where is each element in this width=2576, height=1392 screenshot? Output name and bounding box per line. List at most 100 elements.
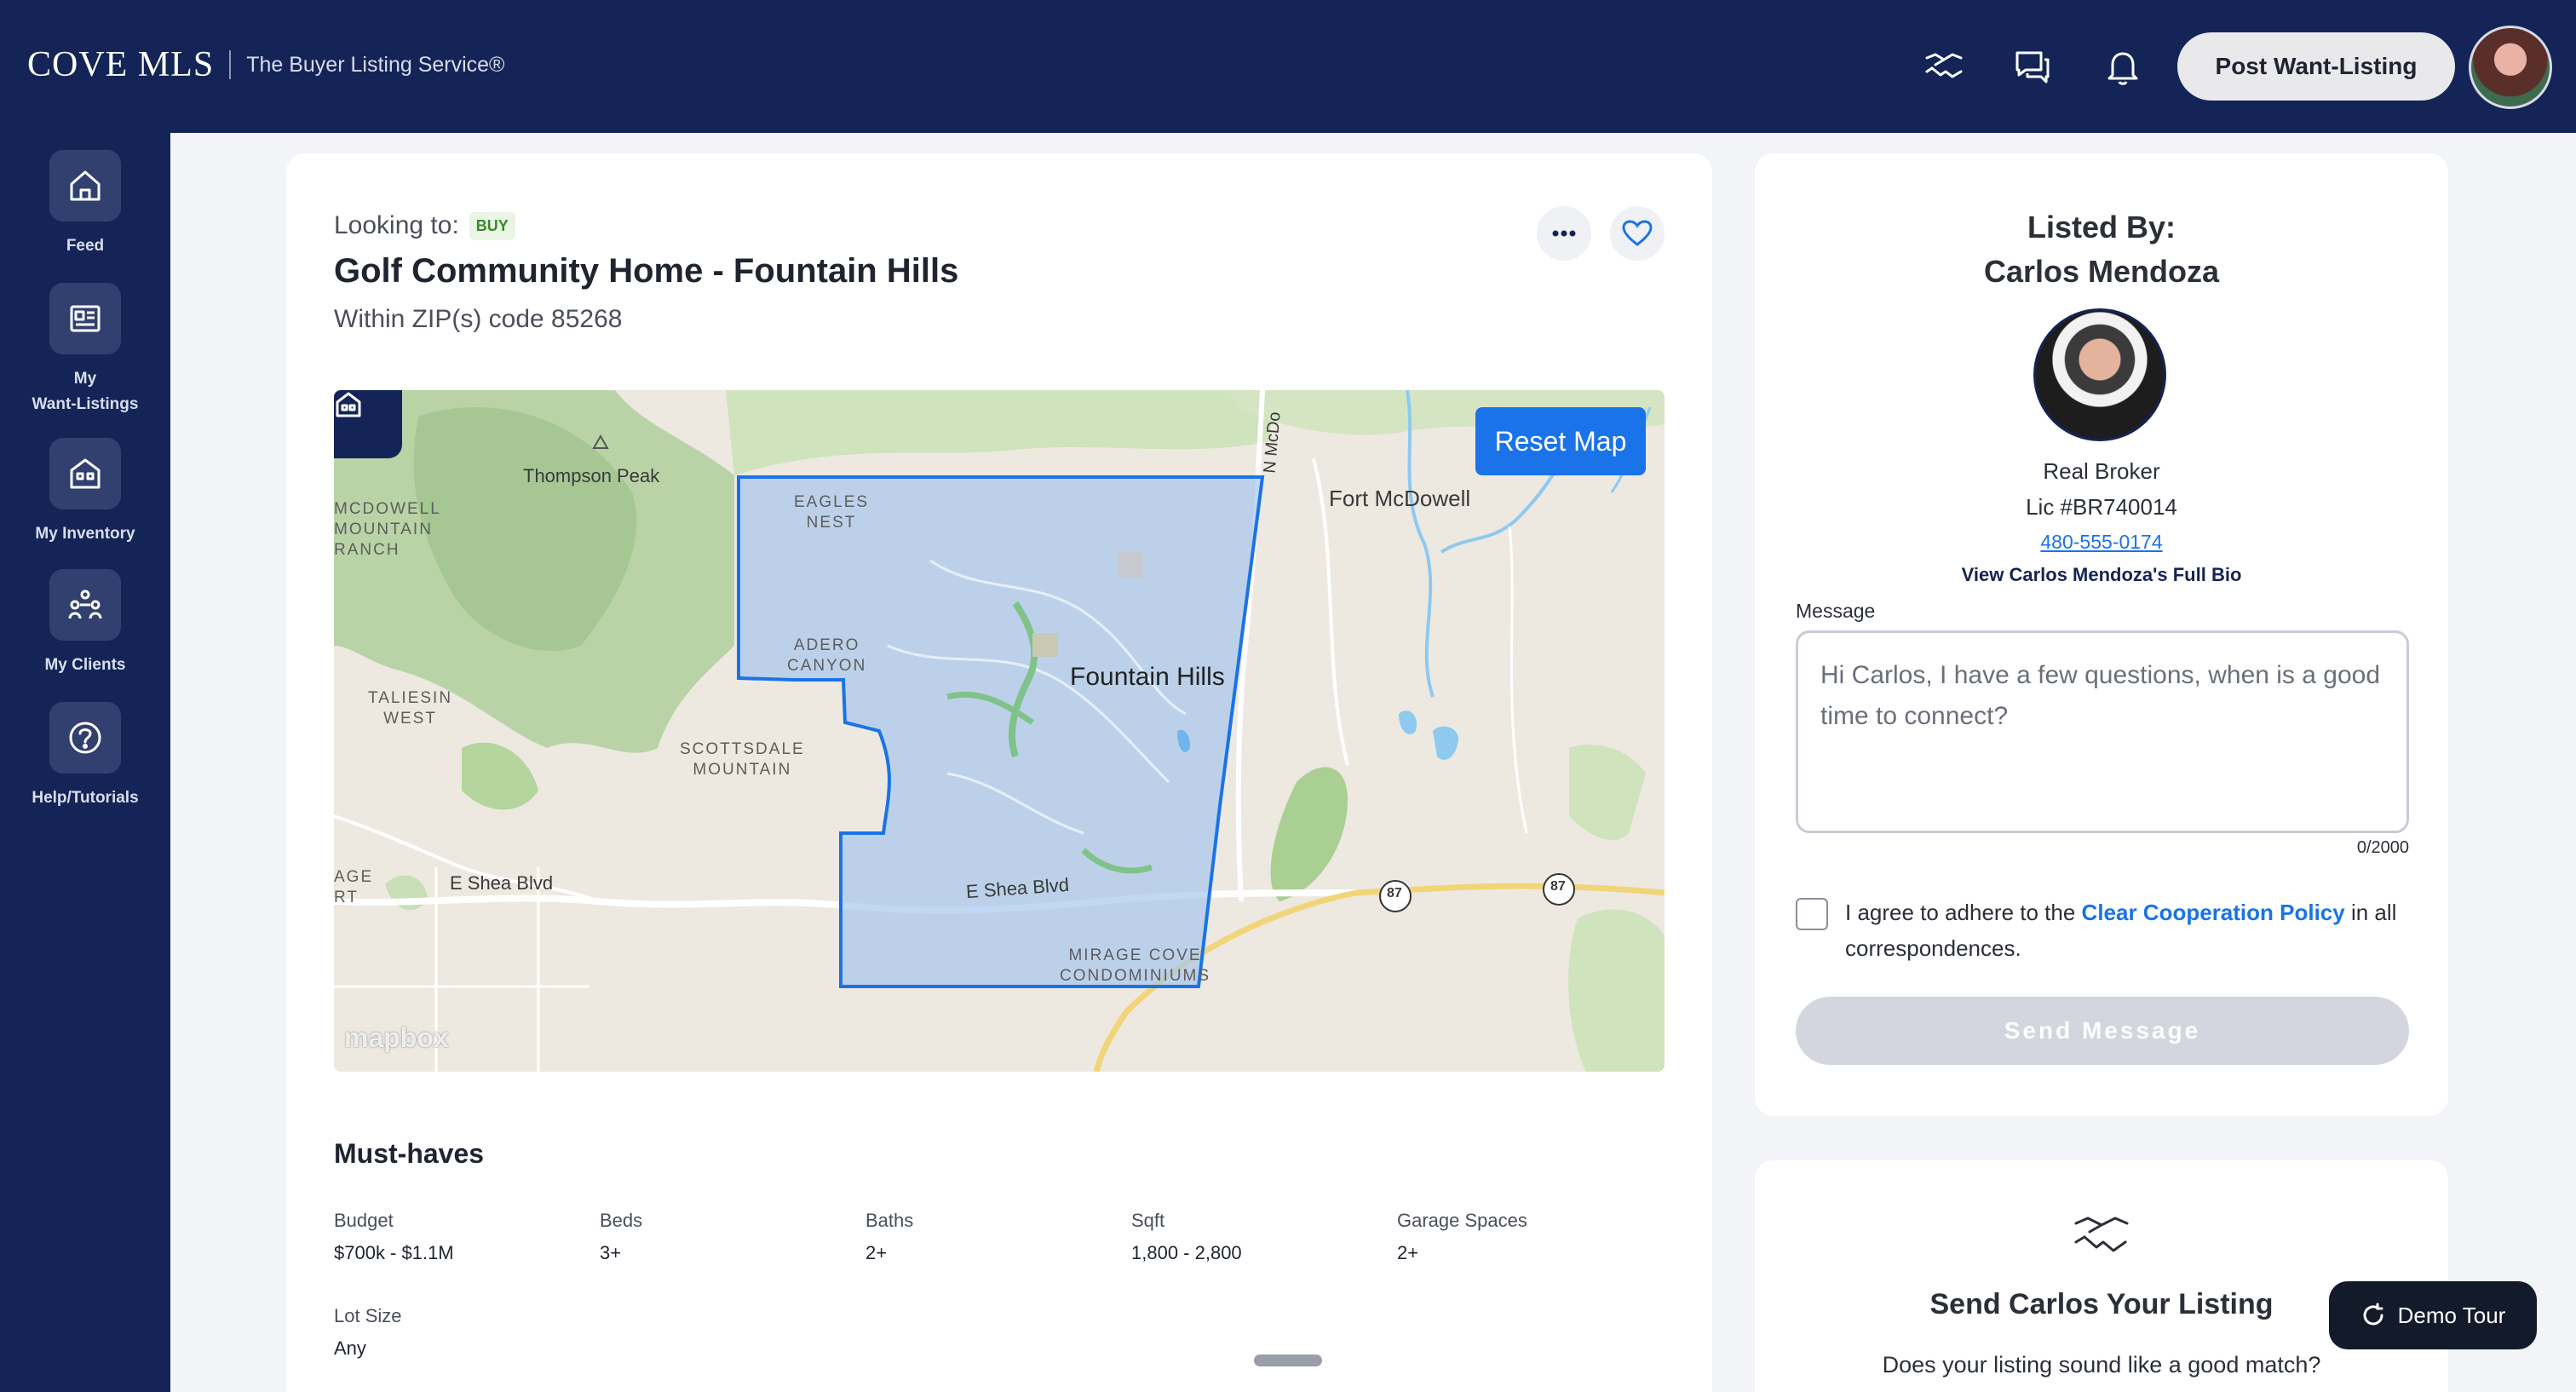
ellipsis-icon	[1552, 230, 1576, 237]
spec-value: 1,800 - 2,800	[1131, 1242, 1242, 1263]
spec-garage-spaces: Garage Spaces 2+	[1397, 1210, 1527, 1264]
help-icon	[49, 702, 121, 774]
send-listing-subtitle: Does your listing sound like a good matc…	[1755, 1346, 2448, 1392]
sidebar-item-label: Help/Tutorials	[32, 789, 139, 807]
chat-icon[interactable]	[2012, 46, 2053, 87]
spec-value: 2+	[1397, 1242, 1419, 1263]
scroll-handle[interactable]	[1254, 1355, 1322, 1366]
agent-role: Real Broker	[2043, 458, 2160, 484]
map-label-fort-mcdowell: Fort McDowell	[1329, 486, 1471, 511]
agent-bio-row: View Carlos Mendoza's Full Bio	[1755, 561, 2448, 587]
spec-label: Budget	[334, 1210, 394, 1231]
reset-map-button[interactable]: Reset Map	[1475, 407, 1646, 475]
listing-icon	[49, 283, 121, 354]
agent-bio-link[interactable]: View Carlos Mendoza's Full Bio	[1962, 564, 2242, 585]
map-label-e-shea-blvd: E Shea Blvd	[450, 872, 554, 894]
logo-tagline: The Buyer Listing Service®	[246, 52, 505, 77]
demo-tour-button[interactable]: Demo Tour	[2329, 1281, 2537, 1349]
message-textarea[interactable]	[1796, 630, 2409, 833]
agent-phone-link[interactable]: 480-555-0174	[2040, 531, 2162, 553]
listed-by-label: Listed By:	[2027, 210, 2176, 244]
agree-text: I agree to adhere to the Clear Cooperati…	[1845, 894, 2407, 966]
spec-value: $700k - $1.1M	[334, 1242, 454, 1263]
buy-badge: BUY	[469, 211, 515, 240]
home-icon	[49, 150, 121, 221]
house-icon	[336, 392, 361, 417]
map-home-button[interactable]	[334, 390, 402, 458]
demo-tour-label: Demo Tour	[2397, 1302, 2506, 1328]
agree-checkbox[interactable]	[1796, 898, 1828, 930]
mapbox-attribution-logo[interactable]: mapbox	[344, 1022, 449, 1054]
sidebar-item-label: My Clients	[44, 656, 126, 674]
sidebar-item-label: My Inventory	[35, 525, 135, 543]
refresh-icon	[2363, 1303, 2383, 1326]
must-haves-title: Must-haves	[334, 1138, 485, 1169]
send-message-button[interactable]: Send Message	[1796, 997, 2409, 1065]
sidebar-item-my-clients[interactable]: My Clients	[0, 569, 170, 678]
spec-label: Baths	[865, 1210, 914, 1231]
spec-value: 3+	[600, 1242, 622, 1263]
sidebar-item-feed[interactable]: Feed	[0, 150, 170, 259]
spec-label: Sqft	[1131, 1210, 1165, 1231]
spec-lot-size: Lot Size Any	[334, 1305, 402, 1360]
heart-icon	[1622, 220, 1653, 246]
agent-license: Lic #BR740014	[2026, 494, 2177, 520]
top-navigation-bar: COVE MLS The Buyer Listing Service® Post…	[0, 0, 2576, 133]
agree-prefix: I agree to adhere to the	[1845, 900, 2082, 925]
agent-name: Carlos Mendoza	[1983, 254, 2220, 289]
post-want-listing-button[interactable]: Post Want-Listing	[2177, 32, 2455, 101]
route-87-shield: 87	[1387, 886, 1402, 900]
send-listing-subtitle-line1: Does your listing sound like a good matc…	[1882, 1352, 2321, 1378]
map-label-age-rt: AGE RT	[334, 868, 374, 906]
sidebar: Feed My Want-Listings My Inventory My Cl…	[0, 133, 170, 1392]
handshake-icon	[2073, 1211, 2130, 1263]
user-avatar[interactable]	[2469, 26, 2552, 109]
clear-cooperation-policy-link[interactable]: Clear Cooperation Policy	[2082, 900, 2345, 925]
route-87-shield-east: 87	[1550, 879, 1566, 894]
spec-value: 2+	[865, 1242, 888, 1263]
inventory-icon	[49, 438, 121, 509]
map-label-mcdowell-ranch: MCDOWELL MOUNTAIN RANCH	[334, 500, 441, 559]
send-listing-subtitle-line2: Introduce it!	[1755, 1383, 2448, 1392]
cove-mls-logo[interactable]: COVE MLS The Buyer Listing Service®	[27, 44, 504, 85]
sidebar-item-label: Feed	[66, 237, 105, 255]
spec-label: Beds	[600, 1210, 643, 1231]
sidebar-item-my-want-listings[interactable]: My Want-Listings	[0, 283, 170, 417]
spec-value: Any	[334, 1337, 366, 1359]
sidebar-item-help-tutorials[interactable]: Help/Tutorials	[0, 702, 170, 811]
listing-area-map[interactable]: Thompson Peak MCDOWELL MOUNTAIN RANCH EA…	[334, 390, 1665, 1072]
looking-to-row: Looking to: BUY	[334, 211, 515, 240]
want-listing-card: Looking to: BUY Golf Community Home - Fo…	[286, 153, 1712, 1392]
favorite-button[interactable]	[1610, 206, 1665, 261]
looking-to-label: Looking to:	[334, 211, 459, 239]
map-label-taliesin-west: TALIESIN WEST	[368, 689, 453, 728]
agent-contact-card: Listed By: Carlos Mendoza Real Broker Li…	[1755, 153, 2448, 1116]
map-label-eagles-nest: EAGLES NEST	[794, 493, 870, 532]
send-listing-card: Send Carlos Your Listing Does your listi…	[1755, 1160, 2448, 1392]
sidebar-item-my-inventory[interactable]: My Inventory	[0, 438, 170, 547]
listing-title: Golf Community Home - Fountain Hills	[334, 252, 959, 290]
spec-beds: Beds 3+	[600, 1210, 642, 1264]
spec-sqft: Sqft 1,800 - 2,800	[1131, 1210, 1242, 1264]
zip-code-line: Within ZIP(s) code 85268	[334, 305, 623, 333]
logo-wordmark: COVE MLS	[27, 45, 215, 84]
spec-label: Lot Size	[334, 1305, 402, 1326]
spec-budget: Budget $700k - $1.1M	[334, 1210, 454, 1264]
agent-photo[interactable]	[2033, 308, 2166, 441]
agent-phone-row: 480-555-0174	[1755, 528, 2448, 555]
map-label-scottsdale-mountain: SCOTTSDALE MOUNTAIN	[680, 740, 805, 779]
map-label-fountain-hills: Fountain Hills	[1070, 663, 1225, 691]
map-label-mirage-cove: MIRAGE COVE CONDOMINIUMS	[1060, 946, 1211, 985]
more-options-button[interactable]	[1537, 206, 1591, 261]
map-label-adero-canyon: ADERO CANYON	[787, 636, 867, 675]
message-label: Message	[1796, 600, 1876, 622]
map-label-thompson-peak: Thompson Peak	[523, 465, 660, 486]
clients-icon	[49, 569, 121, 641]
character-count: 0/2000	[2356, 838, 2409, 857]
logo-divider	[229, 50, 232, 79]
spec-baths: Baths 2+	[865, 1210, 913, 1264]
spec-label: Garage Spaces	[1397, 1210, 1527, 1231]
handshake-icon[interactable]	[1923, 46, 1964, 87]
bell-icon[interactable]	[2102, 46, 2143, 87]
sidebar-item-label: My Want-Listings	[32, 370, 139, 413]
